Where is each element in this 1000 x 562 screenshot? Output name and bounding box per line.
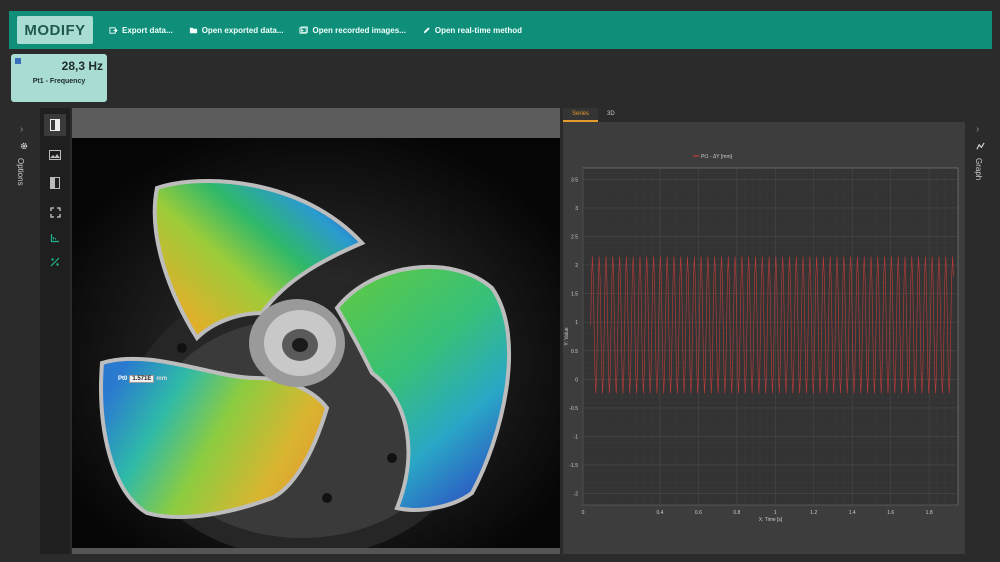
open-real-time-method-label: Open real-time method [434, 25, 522, 35]
fit-screen-button[interactable] [48, 205, 62, 219]
x-tick-label: 0 [582, 510, 585, 516]
measure-button[interactable] [48, 255, 62, 269]
measure-icon [50, 257, 60, 267]
y-tick-label: 0 [575, 377, 578, 383]
tab-series[interactable]: Series [563, 108, 599, 122]
chevron-right-icon[interactable]: › [976, 124, 979, 135]
point-value: 1.571E [129, 375, 155, 383]
graph-label: Graph [974, 158, 983, 181]
y-tick-label: 1 [575, 320, 578, 326]
export-data-button[interactable]: Export data... [109, 26, 173, 35]
modify-button[interactable]: MODIFY [17, 16, 93, 44]
graph-tabs: Series 3D [563, 108, 965, 122]
y-tick-label: -1 [574, 434, 579, 440]
x-tick-label: 1.8 [926, 510, 933, 516]
pencil-icon [423, 26, 430, 33]
x-tick-label: 1.4 [849, 510, 856, 516]
open-exported-data-button[interactable]: Open exported data... [189, 25, 284, 35]
options-rail[interactable]: › Options [12, 120, 34, 200]
tab-3d[interactable]: 3D [598, 108, 624, 122]
x-tick-label: 1.2 [810, 510, 817, 516]
folder-icon [189, 27, 197, 33]
images-icon [299, 26, 309, 34]
y-tick-label: -1.5 [569, 463, 578, 469]
y-tick-label: 2.5 [571, 235, 578, 241]
propeller-strain-image [72, 138, 560, 548]
open-recorded-images-label: Open recorded images... [312, 25, 406, 35]
graph-icon [976, 142, 985, 150]
sidebar-toggle-button[interactable] [44, 114, 66, 136]
point-unit: mm [156, 376, 168, 382]
axes-icon [50, 234, 59, 243]
chevron-right-icon[interactable]: › [20, 124, 23, 135]
open-exported-data-label: Open exported data... [201, 25, 284, 35]
viewer-tool-column [40, 108, 70, 554]
x-axis-label: X: Time [s] [759, 517, 783, 523]
x-tick-label: 0.4 [656, 510, 663, 516]
plot-area[interactable] [582, 167, 959, 506]
y-tick-label: 3.5 [571, 177, 578, 183]
frequency-value: 28,3 Hz [61, 59, 103, 73]
frequency-card[interactable]: 28,3 Hz Pt1 - Frequency [11, 54, 107, 102]
gear-icon [20, 142, 28, 150]
graph-rail[interactable]: › Graph [968, 120, 992, 200]
fit-screen-icon [49, 206, 61, 218]
graph-panel[interactable]: Pt1 - ΔY [mm] 3.5 3 2.5 2 1.5 1 0.5 0 -0.5 -1 -1.5… [563, 122, 965, 554]
y-tick-label: -0.5 [569, 406, 578, 412]
split-view-button[interactable] [48, 176, 62, 190]
point-name: Pt0 [118, 376, 128, 382]
app-window: MODIFY Export data... Open exported data… [0, 0, 1000, 562]
y-tick-label: 1.5 [571, 292, 578, 298]
y-tick-label: 2 [575, 263, 578, 269]
x-tick-label: 1 [774, 510, 777, 516]
axes-button[interactable] [48, 231, 62, 245]
y-tick-label: 3 [575, 206, 578, 212]
x-tick-label: 0.8 [733, 510, 740, 516]
sidebar-toggle-icon [50, 119, 60, 131]
split-view-icon [50, 177, 60, 189]
open-real-time-method-button[interactable]: Open real-time method [422, 26, 522, 35]
viewer-header-bar [72, 108, 560, 138]
x-tick-label: 1.6 [887, 510, 894, 516]
image-viewer[interactable] [72, 138, 560, 548]
legend-label[interactable]: Pt1 - ΔY [mm] [701, 154, 733, 160]
image-view-button[interactable] [48, 148, 62, 162]
y-tick-label: 0.5 [571, 349, 578, 355]
export-icon [109, 26, 118, 34]
options-label: Options [16, 158, 25, 186]
y-axis-label: Y: Value [564, 327, 570, 345]
export-data-label: Export data... [122, 25, 173, 35]
image-icon [49, 150, 61, 160]
series-color-swatch [15, 58, 21, 64]
point-label[interactable]: Pt0 1.571E mm [116, 374, 167, 384]
y-tick-label: -2 [574, 492, 579, 498]
x-tick-label: 0.6 [695, 510, 702, 516]
frequency-label: Pt1 - Frequency [32, 78, 86, 85]
series-chart[interactable]: Pt1 - ΔY [mm] 3.5 3 2.5 2 1.5 1 0.5 0 -0.5 -1 -1.5… [563, 122, 965, 554]
main-toolbar: MODIFY Export data... Open exported data… [9, 11, 992, 49]
viewer-scrollbar[interactable] [72, 548, 560, 554]
open-recorded-images-button[interactable]: Open recorded images... [299, 25, 406, 35]
